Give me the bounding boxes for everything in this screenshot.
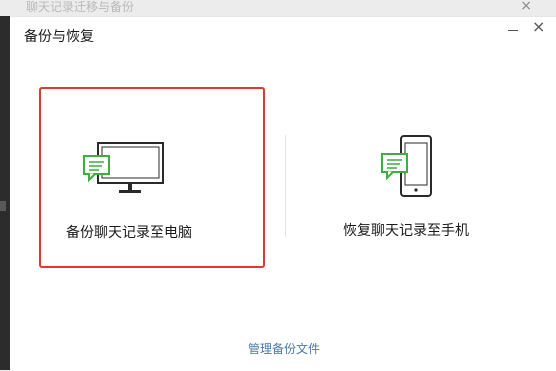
background-window-title: 聊天记录迁移与备份 xyxy=(26,0,135,14)
background-window-titlebar: 聊天记录迁移与备份 × xyxy=(0,0,556,16)
background-close-icon[interactable]: × xyxy=(520,0,532,14)
restore-to-phone-option[interactable]: 恢复聊天记录至手机 xyxy=(315,87,541,268)
background-sidebar xyxy=(0,16,10,370)
backup-to-pc-option[interactable]: 备份聊天记录至电脑 xyxy=(39,87,265,268)
manage-backup-files-link[interactable]: 管理备份文件 xyxy=(248,340,320,357)
dialog-title: 备份与恢复 xyxy=(24,29,94,45)
computer-chat-icon xyxy=(83,142,164,193)
restore-to-phone-label: 恢复聊天记录至手机 xyxy=(343,223,469,239)
sidebar-marker xyxy=(0,201,6,211)
phone-chat-icon xyxy=(381,135,432,197)
close-icon[interactable]: × xyxy=(532,19,545,35)
backup-restore-dialog: 备份与恢复 × 备份聊天记录至电脑 恢复聊天记录至手机 管理备份文件 xyxy=(10,16,556,371)
minimize-icon[interactable] xyxy=(508,30,518,31)
options-divider xyxy=(285,135,286,237)
backup-to-pc-label: 备份聊天记录至电脑 xyxy=(66,225,192,241)
